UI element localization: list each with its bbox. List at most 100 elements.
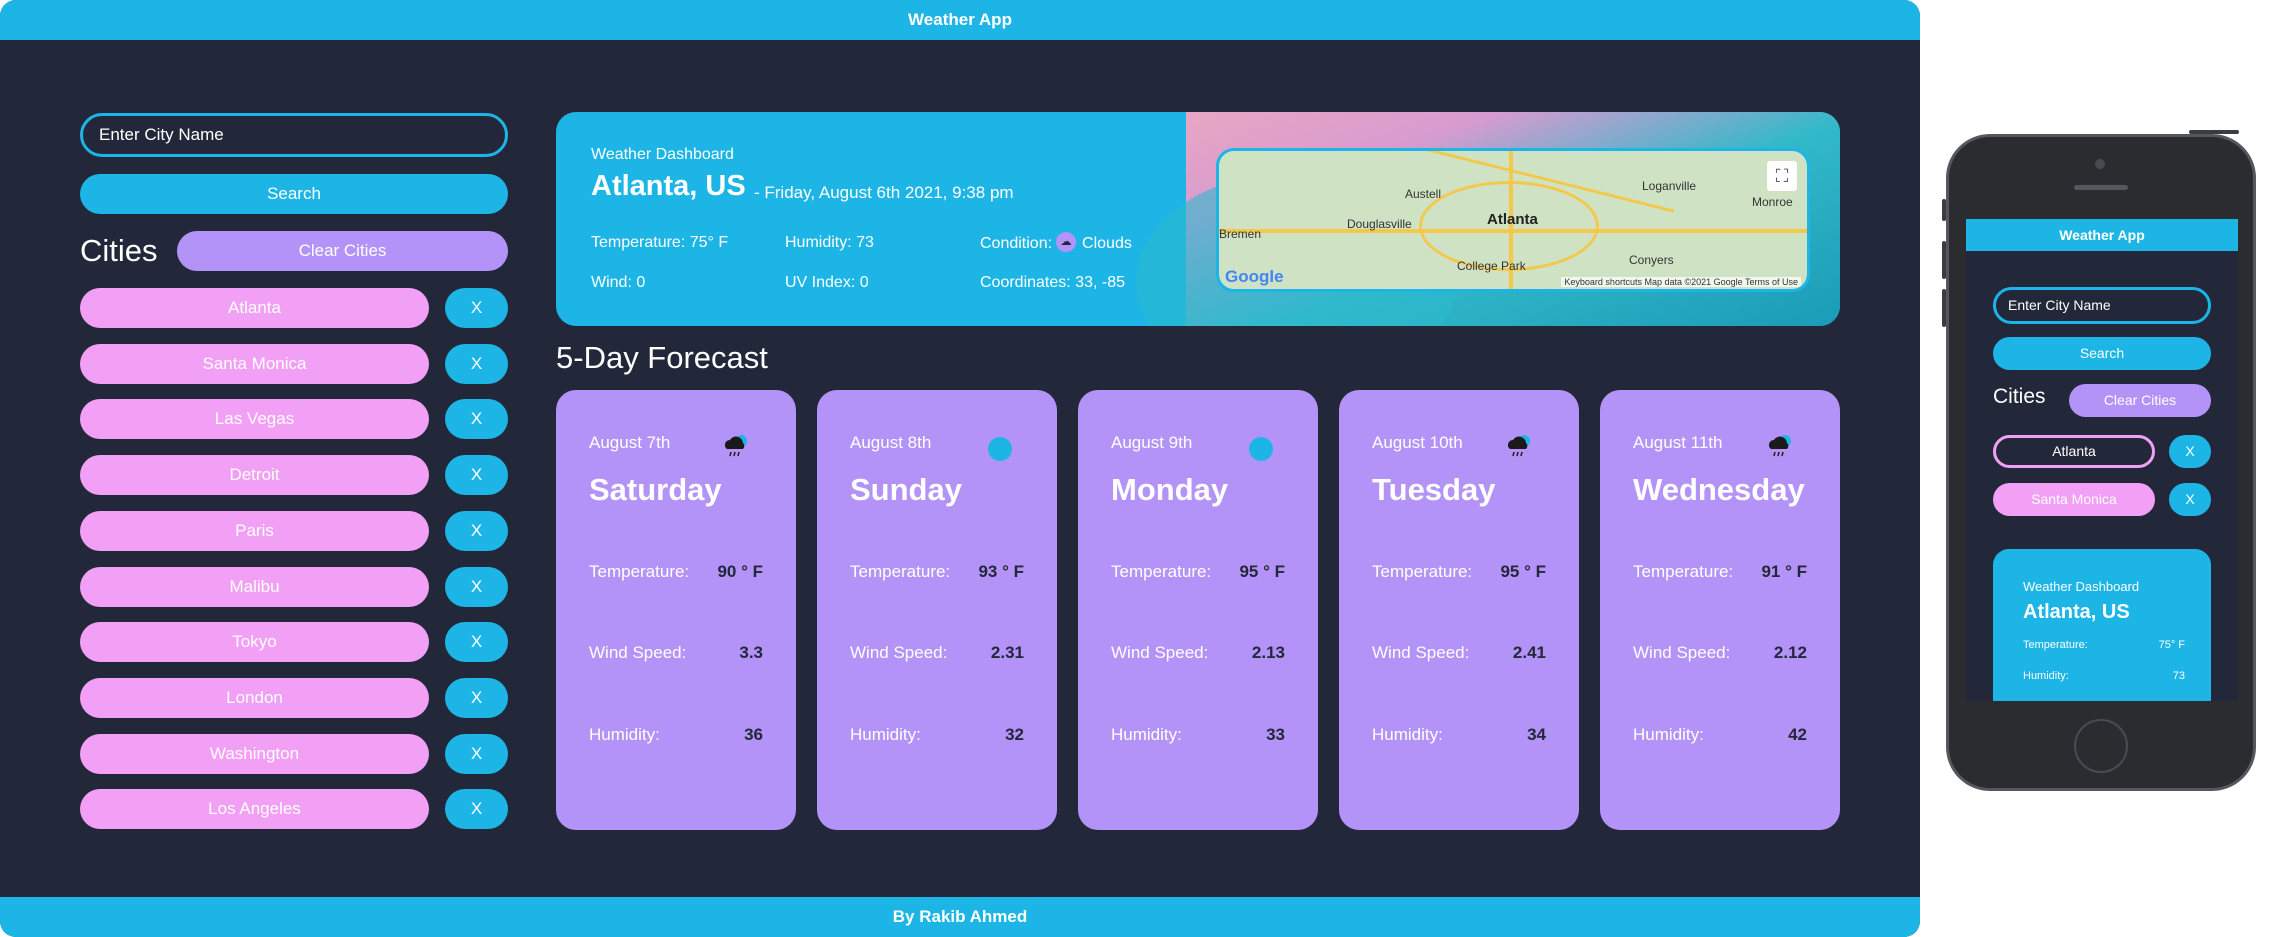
mobile-remove-city-button[interactable]: X xyxy=(2169,435,2211,468)
footer-credit: By Rakib Ahmed xyxy=(0,897,1920,937)
forecast-wind-value: 2.13 xyxy=(1251,643,1285,662)
forecast-day: Saturday xyxy=(589,472,722,507)
city-button[interactable]: Washington xyxy=(80,733,429,774)
forecast-humidity-label: Humidity: xyxy=(1372,725,1443,744)
temperature-stat: Temperature: 75° F xyxy=(591,234,729,251)
city-row: Paris X xyxy=(80,510,508,551)
forecast-title: 5-Day Forecast xyxy=(556,340,768,375)
city-search-input[interactable]: Enter City Name xyxy=(80,113,508,157)
phone-camera xyxy=(2095,159,2105,169)
city-row: Malibu X xyxy=(80,566,508,607)
forecast-date: August 11th xyxy=(1633,433,1723,452)
forecast-temperature-value: 95 ° F xyxy=(1239,562,1285,581)
dashboard-city: Atlanta, US xyxy=(591,170,746,202)
city-row: Detroit X xyxy=(80,455,508,496)
remove-city-button[interactable]: X xyxy=(445,455,508,496)
forecast-day: Sunday xyxy=(850,472,962,507)
forecast-temperature-value: 91 ° F xyxy=(1761,562,1807,581)
forecast-wind-value: 3.3 xyxy=(739,643,763,662)
remove-city-button[interactable]: X xyxy=(445,510,508,551)
sun-icon xyxy=(1249,437,1273,461)
remove-city-button[interactable]: X xyxy=(445,789,508,830)
mobile-dashboard-city: Atlanta, US xyxy=(2023,601,2130,623)
mobile-city-button[interactable]: Atlanta xyxy=(1993,435,2155,468)
mobile-app-title: Weather App xyxy=(1966,219,2238,251)
map-place-label: Bremen xyxy=(1219,227,1262,241)
mobile-search-button[interactable]: Search xyxy=(1993,337,2211,370)
forecast-date: August 7th xyxy=(589,433,671,452)
map-place-label: Loganville xyxy=(1642,179,1697,193)
forecast-temperature-label: Temperature: xyxy=(850,562,951,581)
mobile-city-search-input[interactable]: Enter City Name xyxy=(1993,287,2211,324)
forecast-date: August 9th xyxy=(1111,433,1193,452)
forecast-day: Monday xyxy=(1111,472,1229,507)
city-button[interactable]: London xyxy=(80,677,429,718)
city-button[interactable]: Paris xyxy=(80,510,429,551)
remove-city-button[interactable]: X xyxy=(445,343,508,384)
forecast-temperature-label: Temperature: xyxy=(1372,562,1473,581)
mobile-clear-cities-button[interactable]: Clear Cities xyxy=(2069,384,2211,417)
forecast-card: August 7th Saturday Temperature: 90 ° F Wind… xyxy=(556,390,796,830)
city-button[interactable]: Malibu xyxy=(80,566,429,607)
forecast-humidity-label: Humidity: xyxy=(1111,725,1182,744)
forecast-wind-label: Wind Speed: xyxy=(1633,643,1731,662)
mobile-temperature-label: Temperature: xyxy=(2023,639,2088,651)
mobile-dashboard-subtitle: Weather Dashboard xyxy=(2023,579,2140,594)
cloud-icon: ☁ xyxy=(1056,232,1077,252)
forecast-card: August 9th Monday Temperature: 95 ° F Wind S… xyxy=(1078,390,1318,830)
mobile-humidity-label: Humidity: xyxy=(2023,670,2069,682)
phone-volume-down xyxy=(1942,289,1946,327)
mobile-remove-city-button[interactable]: X xyxy=(2169,483,2211,516)
city-button[interactable]: Atlanta xyxy=(80,288,429,328)
mobile-city-button[interactable]: Santa Monica xyxy=(1993,483,2155,516)
remove-city-button[interactable]: X xyxy=(445,622,508,663)
map-attribution[interactable]: Keyboard shortcuts Map data ©2021 Google… xyxy=(1561,277,1801,287)
forecast-humidity-label: Humidity: xyxy=(589,725,660,744)
forecast-wind-label: Wind Speed: xyxy=(1372,643,1470,662)
forecast-humidity-label: Humidity: xyxy=(1633,725,1704,744)
forecast-wind-label: Wind Speed: xyxy=(589,643,687,662)
phone-volume-up xyxy=(1942,241,1946,279)
forecast-temperature-label: Temperature: xyxy=(1111,562,1212,581)
remove-city-button[interactable]: X xyxy=(445,288,508,328)
sun-icon xyxy=(988,437,1012,461)
remove-city-button[interactable]: X xyxy=(445,677,508,718)
map-place-label: Monroe xyxy=(1752,195,1793,209)
fullscreen-icon[interactable]: ⛶ xyxy=(1767,161,1797,191)
forecast-temperature-label: Temperature: xyxy=(1633,562,1734,581)
city-button[interactable]: Santa Monica xyxy=(80,343,429,384)
remove-city-button[interactable]: X xyxy=(445,733,508,774)
phone-speaker xyxy=(2074,185,2128,190)
city-map[interactable]: Atlanta Austell Douglasville Loganville … xyxy=(1216,148,1810,292)
remove-city-button[interactable]: X xyxy=(445,399,508,440)
humidity-stat: Humidity: 73 xyxy=(785,234,874,251)
phone-home-button[interactable] xyxy=(2074,719,2128,773)
clear-cities-button[interactable]: Clear Cities xyxy=(177,231,508,271)
desktop-app: Weather App Enter City Name Search Citie… xyxy=(0,0,1920,937)
forecast-date: August 10th xyxy=(1372,433,1463,452)
city-row: London X xyxy=(80,677,508,718)
phone-power-button xyxy=(2189,130,2239,134)
remove-city-button[interactable]: X xyxy=(445,566,508,607)
city-button[interactable]: Las Vegas xyxy=(80,399,429,440)
rain-cloud-icon xyxy=(1504,433,1532,459)
city-button[interactable]: Detroit xyxy=(80,455,429,496)
city-button[interactable]: Los Angeles xyxy=(80,789,429,830)
search-button[interactable]: Search xyxy=(80,174,508,214)
city-row: Washington X xyxy=(80,733,508,774)
map-background: Atlanta Austell Douglasville Loganville … xyxy=(1136,112,1840,326)
city-row: Santa Monica X xyxy=(80,343,508,384)
forecast-card: August 11th Wednesday Temperature: 91 ° F Wi… xyxy=(1600,390,1840,830)
dashboard-date: - Friday, August 6th 2021, 9:38 pm xyxy=(754,183,1014,202)
forecast-wind-value: 2.12 xyxy=(1773,643,1807,662)
phone-mockup: Weather App Enter City Name Search Citie… xyxy=(1942,130,2256,791)
forecast-day: Tuesday xyxy=(1372,472,1496,507)
city-button[interactable]: Tokyo xyxy=(80,622,429,663)
forecast-temperature-value: 90 ° F xyxy=(717,562,763,581)
forecast-wind-value: 2.31 xyxy=(990,643,1024,662)
city-row: Atlanta X xyxy=(80,288,508,328)
coordinates-stat: Coordinates: 33, -85 xyxy=(980,274,1125,291)
forecast-wind-label: Wind Speed: xyxy=(850,643,948,662)
forecast-day: Wednesday xyxy=(1633,472,1805,507)
phone-mute-switch xyxy=(1942,199,1946,221)
